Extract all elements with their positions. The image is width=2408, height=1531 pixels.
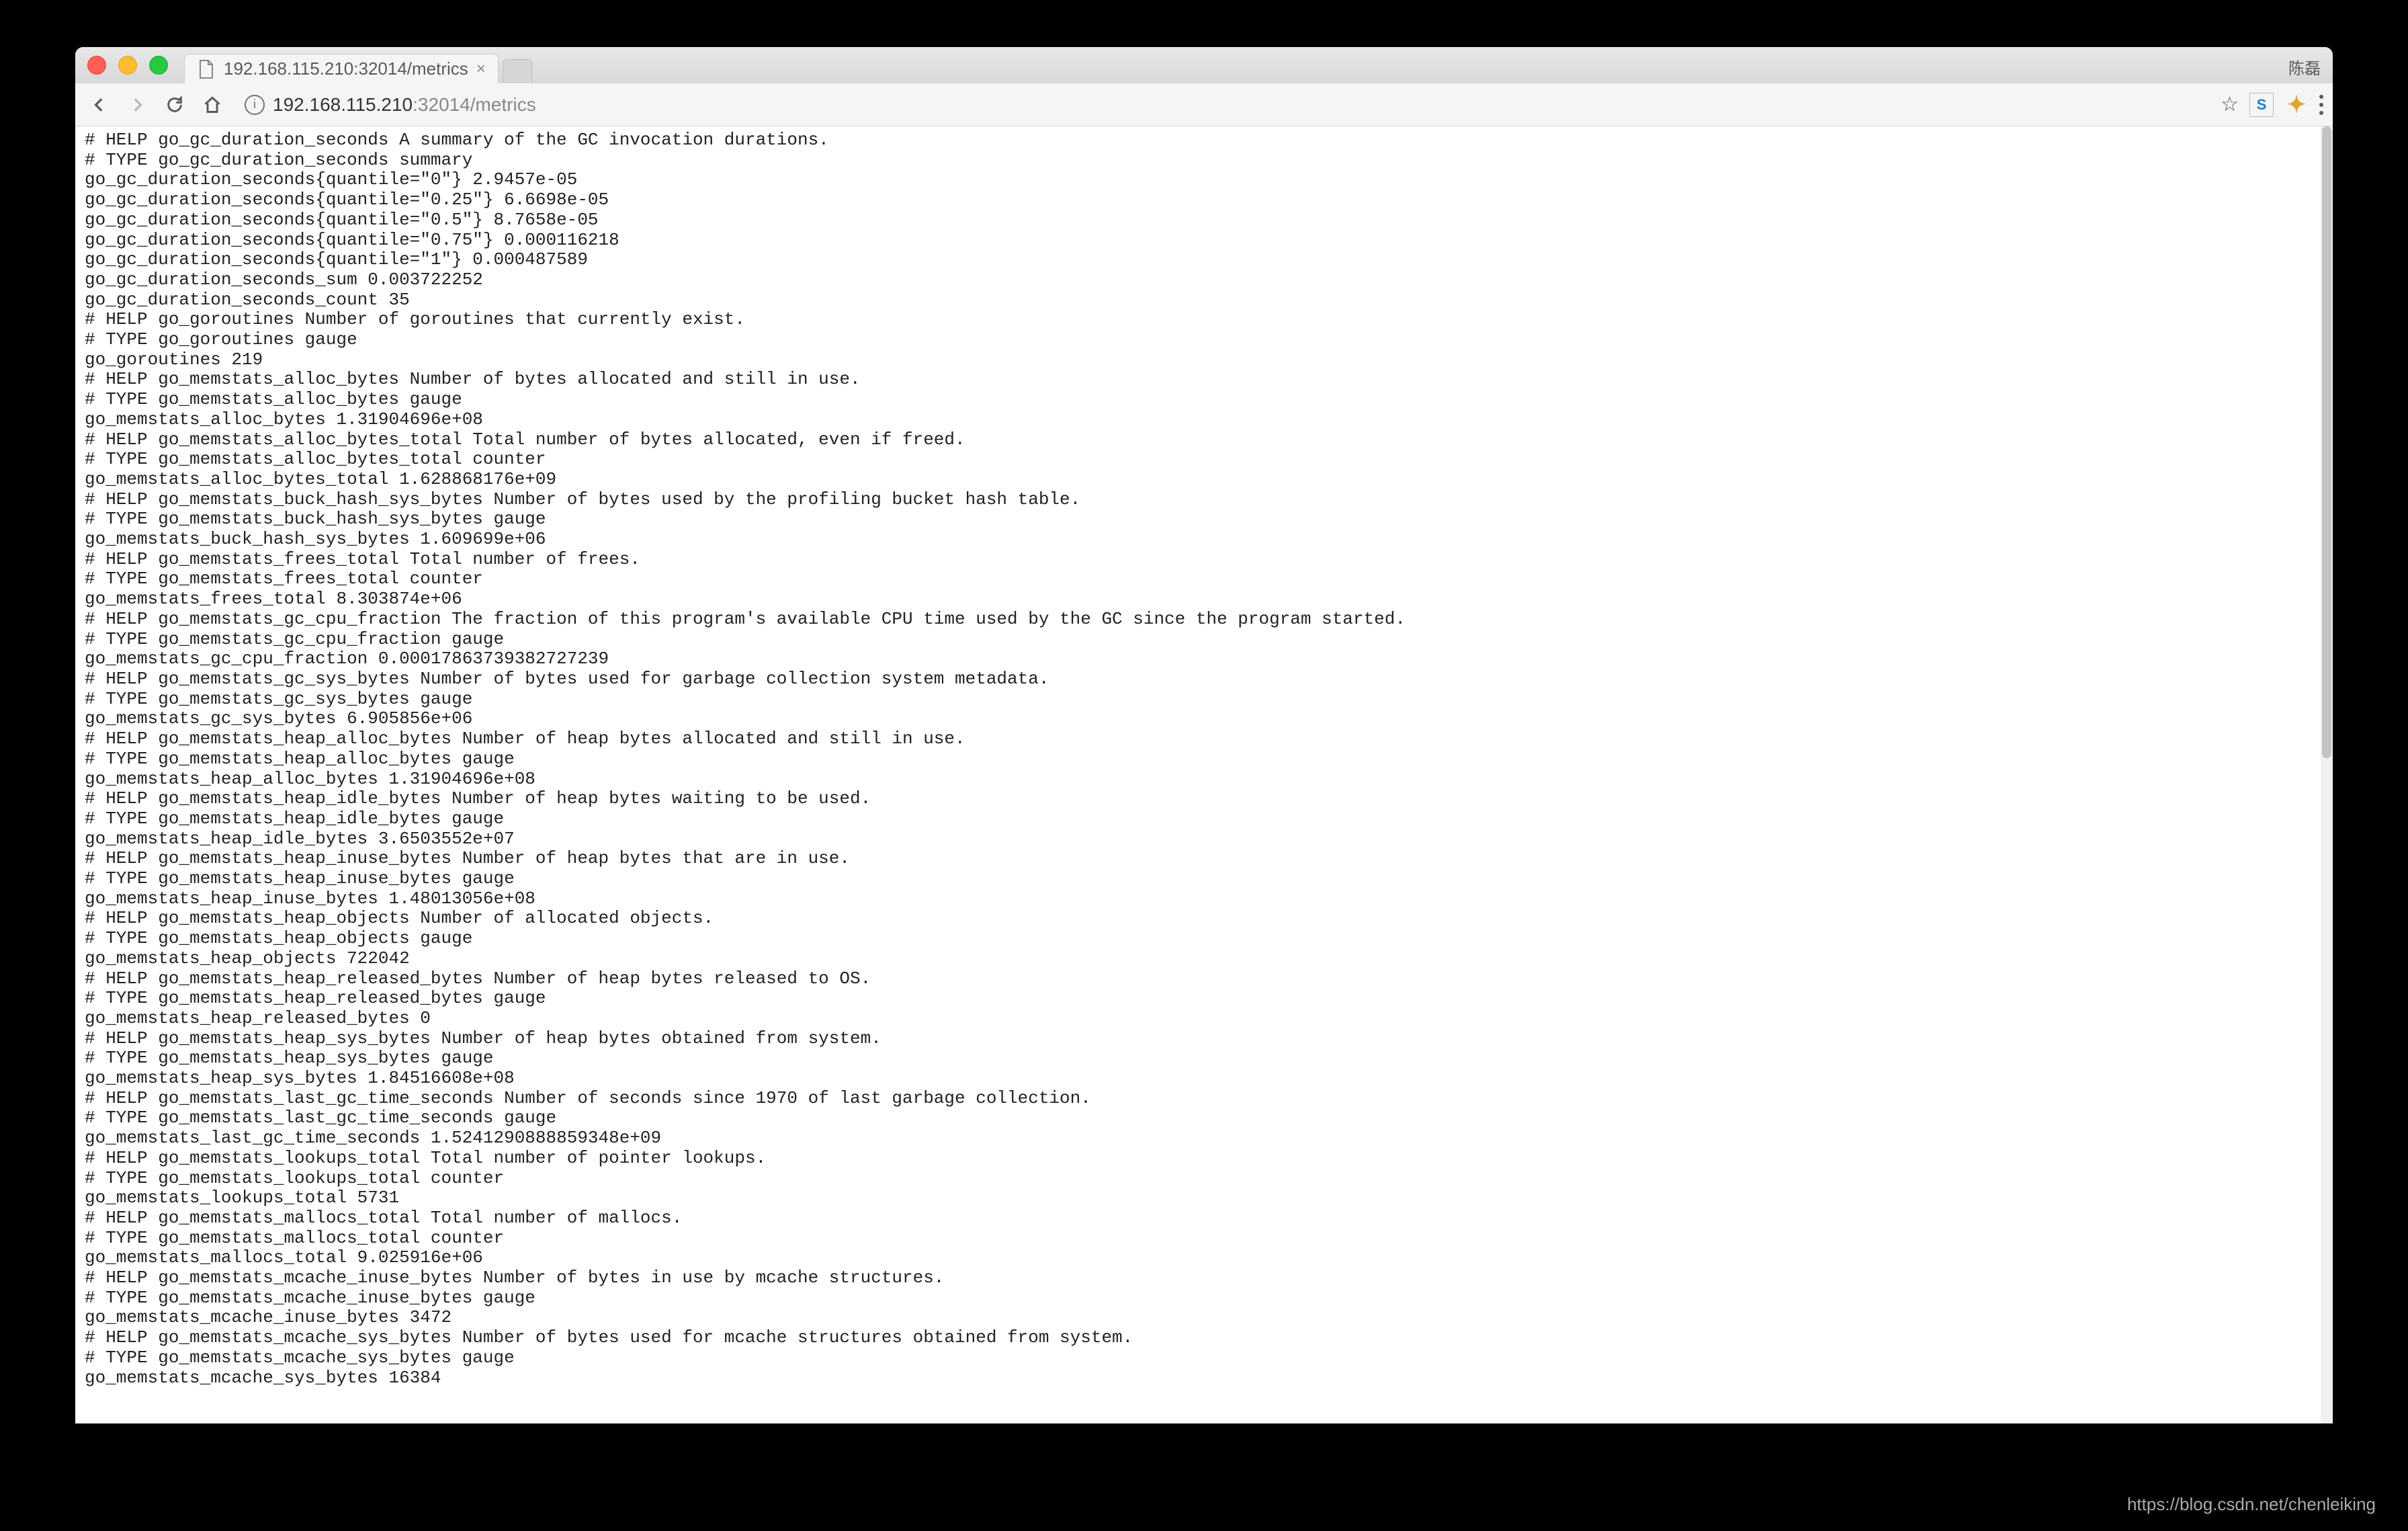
extension-s-icon[interactable]: S [2249, 93, 2274, 117]
new-tab-button[interactable] [503, 59, 532, 83]
extension-star-icon[interactable]: ✦ [2284, 93, 2309, 117]
scrollbar-thumb[interactable] [2322, 126, 2331, 758]
tab-title: 192.168.115.210:32014/metrics [224, 58, 468, 79]
maximize-window-button[interactable] [149, 56, 168, 75]
tab-strip: 192.168.115.210:32014/metrics × [184, 47, 532, 83]
title-bar: 192.168.115.210:32014/metrics × 陈磊 [75, 47, 2333, 83]
page-content: # HELP go_gc_duration_seconds A summary … [75, 126, 2333, 1423]
address-bar[interactable]: i 192.168.115.210:32014/metrics [235, 89, 2204, 121]
browser-window: 192.168.115.210:32014/metrics × 陈磊 i 192… [75, 47, 2333, 1423]
minimize-window-button[interactable] [118, 56, 137, 75]
scrollbar-track[interactable] [2321, 126, 2333, 1423]
browser-menu-button[interactable] [2319, 95, 2323, 115]
browser-toolbar: i 192.168.115.210:32014/metrics ☆ S ✦ [75, 83, 2333, 126]
toolbar-right: ☆ S ✦ [2221, 93, 2323, 117]
url-text: 192.168.115.210:32014/metrics [273, 94, 536, 116]
tab-close-button[interactable]: × [476, 60, 486, 79]
profile-label[interactable]: 陈磊 [2288, 55, 2321, 79]
watermark: https://blog.csdn.net/chenleiking [2127, 1494, 2376, 1515]
window-controls [87, 56, 168, 75]
bookmark-star-icon[interactable]: ☆ [2221, 93, 2239, 116]
page-icon [197, 60, 216, 79]
browser-tab[interactable]: 192.168.115.210:32014/metrics × [184, 54, 499, 83]
back-button[interactable] [85, 90, 114, 120]
home-button[interactable] [198, 90, 227, 120]
forward-button[interactable] [122, 90, 152, 120]
reload-button[interactable] [160, 90, 189, 120]
site-info-icon[interactable]: i [245, 95, 265, 115]
close-window-button[interactable] [87, 56, 106, 75]
